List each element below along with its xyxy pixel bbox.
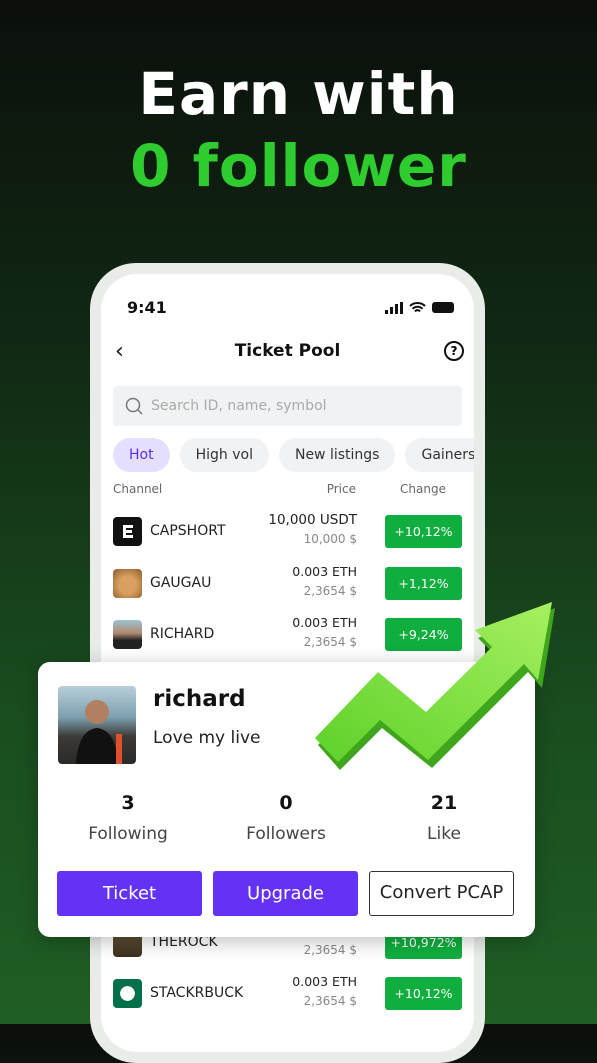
status-bar: 9:41 <box>127 298 454 317</box>
table-header: Channel Price Change <box>113 482 462 498</box>
nav-bar: ‹ Ticket Pool ? <box>101 336 474 366</box>
channel-price: 0.003 ETH <box>292 974 357 989</box>
change-badge: +10,12% <box>385 515 462 548</box>
table-row[interactable]: STACKRBUCK 0.003 ETH 2,3654 $ +10,12% <box>113 972 462 1016</box>
change-badge: +1,12% <box>385 567 462 600</box>
stat-value: 0 <box>279 792 293 814</box>
filter-tabs: Hot High vol New listings Gainers <box>113 438 474 472</box>
tab-high-vol[interactable]: High vol <box>179 438 269 472</box>
channel-avatar <box>113 517 142 546</box>
stat-following[interactable]: 3 Following <box>48 792 208 844</box>
search-icon <box>125 397 143 415</box>
stat-value: 3 <box>121 792 135 814</box>
tab-new-listings[interactable]: New listings <box>278 438 396 472</box>
chevron-left-icon[interactable]: ‹ <box>115 339 124 364</box>
channel-avatar <box>113 569 142 598</box>
convert-pcap-button[interactable]: Convert PCAP <box>369 871 514 916</box>
channel-usd: 2,3654 $ <box>303 943 357 957</box>
question-circle-icon[interactable]: ? <box>444 341 464 361</box>
stat-followers[interactable]: 0 Followers <box>206 792 366 844</box>
stat-label: Followers <box>246 824 326 844</box>
channel-name: STACKRBUCK <box>150 985 244 1001</box>
channel-avatar <box>113 620 142 649</box>
trending-up-arrow-icon <box>315 602 555 770</box>
wifi-icon <box>409 301 426 312</box>
stat-label: Following <box>88 824 168 844</box>
search-placeholder: Search ID, name, symbol <box>151 398 327 414</box>
ticket-button[interactable]: Ticket <box>57 871 202 916</box>
avatar <box>58 686 136 764</box>
channel-usd: 2,3654 $ <box>303 994 357 1008</box>
page-title: Ticket Pool <box>234 341 341 361</box>
headline-line2: 0 follower <box>130 132 467 200</box>
channel-name: GAUGAU <box>150 575 212 591</box>
channel-name: CAPSHORT <box>150 523 226 539</box>
tab-hot[interactable]: Hot <box>113 438 170 472</box>
signal-icon <box>385 301 403 314</box>
tab-gainers[interactable]: Gainers <box>405 438 474 472</box>
column-change: Change <box>400 482 446 496</box>
status-time: 9:41 <box>127 298 167 317</box>
change-badge: +10,12% <box>385 977 462 1010</box>
stat-label: Like <box>427 824 461 844</box>
stat-value: 21 <box>430 792 458 814</box>
profile-bio: Love my live <box>153 728 261 748</box>
channel-price: 0.003 ETH <box>292 564 357 579</box>
channel-avatar <box>113 979 142 1008</box>
profile-username: richard <box>153 686 246 712</box>
search-input[interactable]: Search ID, name, symbol <box>113 386 462 426</box>
channel-name: RICHARD <box>150 626 215 642</box>
headline: Earn with 0 follower <box>0 58 597 202</box>
upgrade-button[interactable]: Upgrade <box>213 871 358 916</box>
channel-usd: 10,000 $ <box>303 532 357 546</box>
battery-icon <box>432 302 454 313</box>
column-channel: Channel <box>113 482 163 496</box>
table-row[interactable]: CAPSHORT 10,000 USDT 10,000 $ +10,12% <box>113 510 462 554</box>
channel-price: 10,000 USDT <box>268 512 357 528</box>
channel-usd: 2,3654 $ <box>303 584 357 598</box>
headline-line1: Earn with <box>138 60 459 128</box>
stat-like[interactable]: 21 Like <box>364 792 524 844</box>
column-price: Price <box>326 482 356 496</box>
